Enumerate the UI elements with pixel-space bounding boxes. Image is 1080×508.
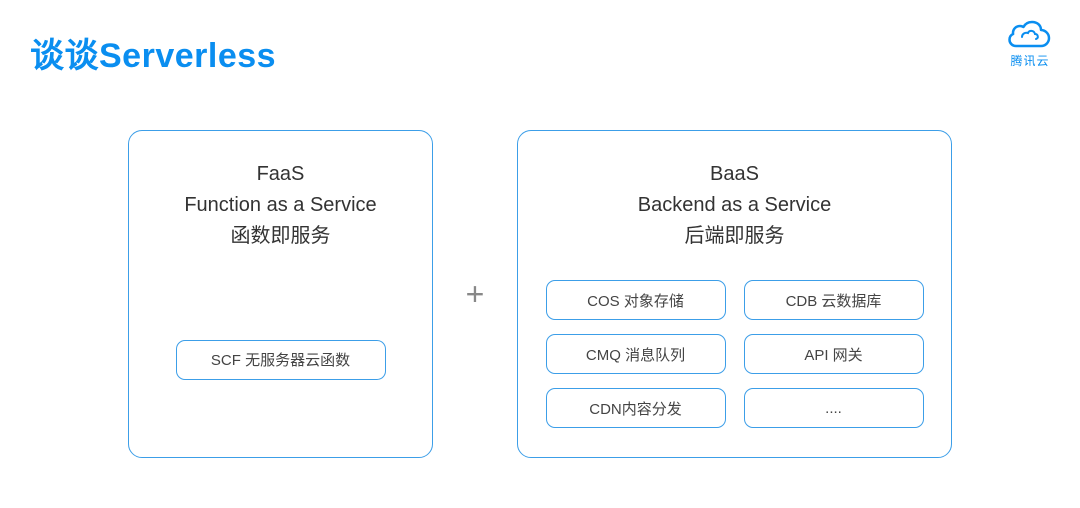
faas-title-2: Function as a Service [184, 190, 376, 221]
plus-icon: + [453, 272, 497, 316]
baas-title-3: 后端即服务 [638, 221, 831, 252]
baas-item: CMQ 消息队列 [546, 334, 726, 374]
diagram-content: FaaS Function as a Service 函数即服务 SCF 无服务… [0, 130, 1080, 458]
faas-item: SCF 无服务器云函数 [176, 340, 386, 380]
baas-heading: BaaS Backend as a Service 后端即服务 [638, 159, 831, 252]
faas-title-3: 函数即服务 [184, 221, 376, 252]
baas-item: COS 对象存储 [546, 280, 726, 320]
baas-title-2: Backend as a Service [638, 190, 831, 221]
faas-heading: FaaS Function as a Service 函数即服务 [184, 159, 376, 252]
brand-logo: 腾讯云 [1008, 20, 1052, 69]
faas-card: FaaS Function as a Service 函数即服务 SCF 无服务… [128, 130, 433, 458]
page-title: 谈谈Serverless [30, 28, 276, 77]
baas-title-1: BaaS [638, 159, 831, 190]
baas-item: .... [744, 388, 924, 428]
cloud-icon [1008, 20, 1052, 50]
brand-label: 腾讯云 [1008, 52, 1052, 69]
faas-title-1: FaaS [184, 159, 376, 190]
baas-item: CDN内容分发 [546, 388, 726, 428]
baas-card: BaaS Backend as a Service 后端即服务 COS 对象存储… [517, 130, 952, 458]
faas-body: SCF 无服务器云函数 [129, 282, 432, 457]
baas-item: API 网关 [744, 334, 924, 374]
baas-body: COS 对象存储 CDB 云数据库 CMQ 消息队列 API 网关 CDN内容分… [546, 280, 924, 452]
baas-item: CDB 云数据库 [744, 280, 924, 320]
